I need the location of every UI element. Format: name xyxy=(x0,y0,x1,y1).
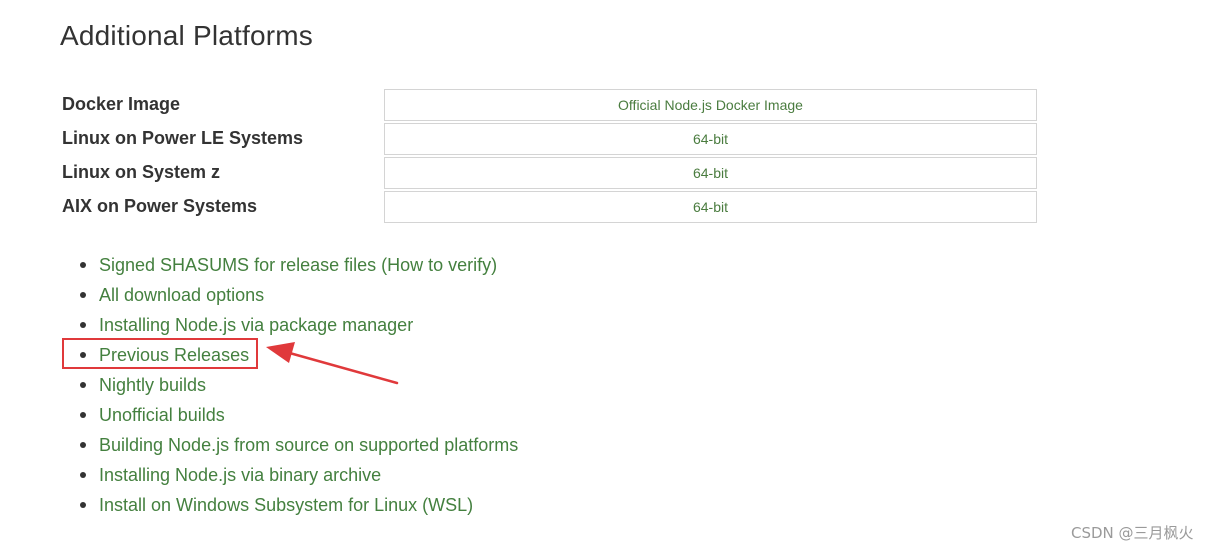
wsl-install-link[interactable]: Install on Windows Subsystem for Linux (… xyxy=(99,495,473,515)
list-item: Installing Node.js via package manager xyxy=(60,310,518,340)
list-item: Building Node.js from source on supporte… xyxy=(60,430,518,460)
watermark: CSDN @三月枫火 xyxy=(1071,524,1194,542)
platform-name: Linux on Power LE Systems xyxy=(62,128,304,148)
build-from-source-link[interactable]: Building Node.js from source on supporte… xyxy=(99,435,518,455)
platform-row-system-z: Linux on System z 64-bit xyxy=(62,156,1037,190)
platform-name: AIX on Power Systems xyxy=(62,196,258,216)
docker-image-link[interactable]: Official Node.js Docker Image xyxy=(384,89,1037,121)
platform-name: Docker Image xyxy=(62,94,181,114)
shasums-link[interactable]: Signed SHASUMS for release files (How to… xyxy=(99,255,497,275)
list-item: Nightly builds xyxy=(60,370,518,400)
system-z-64bit-link[interactable]: 64-bit xyxy=(384,157,1037,189)
all-download-options-link[interactable]: All download options xyxy=(99,285,264,305)
bullet-icon xyxy=(80,442,86,448)
power-le-64bit-link[interactable]: 64-bit xyxy=(384,123,1037,155)
unofficial-builds-link[interactable]: Unofficial builds xyxy=(99,405,225,425)
binary-archive-link[interactable]: Installing Node.js via binary archive xyxy=(99,465,381,485)
list-item: Install on Windows Subsystem for Linux (… xyxy=(60,490,518,520)
bullet-icon xyxy=(80,502,86,508)
list-item: Signed SHASUMS for release files (How to… xyxy=(60,250,518,280)
bullet-icon xyxy=(80,292,86,298)
platform-row-docker: Docker Image Official Node.js Docker Ima… xyxy=(62,88,1037,122)
platform-row-power-le: Linux on Power LE Systems 64-bit xyxy=(62,122,1037,156)
platforms-table: Docker Image Official Node.js Docker Ima… xyxy=(62,88,1037,224)
annotation-highlight-box xyxy=(62,338,258,369)
bullet-icon xyxy=(80,472,86,478)
list-item: Installing Node.js via binary archive xyxy=(60,460,518,490)
download-links-list: Signed SHASUMS for release files (How to… xyxy=(60,250,518,520)
list-item: Unofficial builds xyxy=(60,400,518,430)
nightly-builds-link[interactable]: Nightly builds xyxy=(99,375,206,395)
list-item: All download options xyxy=(60,280,518,310)
page-title: Additional Platforms xyxy=(60,20,314,51)
platform-row-aix: AIX on Power Systems 64-bit xyxy=(62,190,1037,224)
bullet-icon xyxy=(80,262,86,268)
package-manager-link[interactable]: Installing Node.js via package manager xyxy=(99,315,413,335)
bullet-icon xyxy=(80,412,86,418)
aix-64bit-link[interactable]: 64-bit xyxy=(384,191,1037,223)
platform-name: Linux on System z xyxy=(62,162,221,182)
bullet-icon xyxy=(80,382,86,388)
bullet-icon xyxy=(80,322,86,328)
